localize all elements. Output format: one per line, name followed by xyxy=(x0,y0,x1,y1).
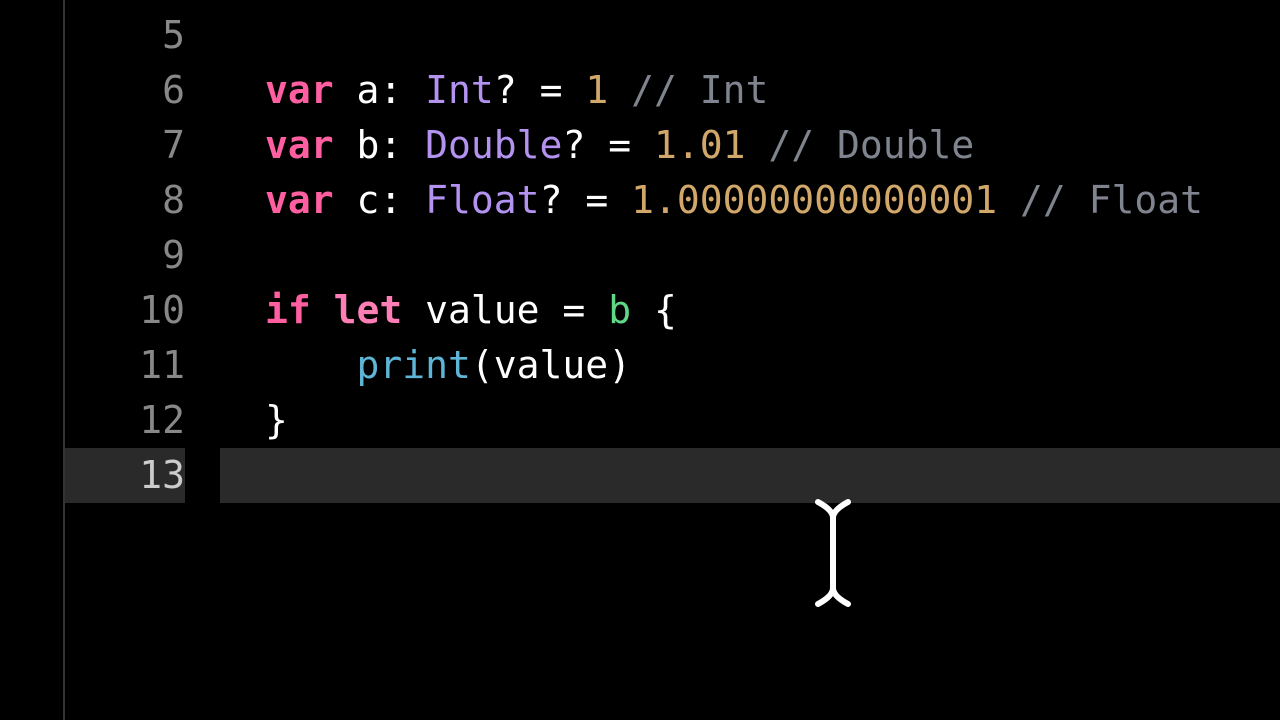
code-token: b xyxy=(608,283,631,338)
code-text-area[interactable]: var a: Int? = 1 // Intvar b: Double? = 1… xyxy=(220,0,1280,720)
code-token: Double xyxy=(425,118,562,173)
code-token: value xyxy=(494,338,608,393)
code-line[interactable]: print(value) xyxy=(220,338,1280,393)
line-number: 6 xyxy=(65,63,185,118)
code-token: : xyxy=(379,173,425,228)
code-token: 1 xyxy=(585,63,608,118)
code-token xyxy=(631,283,654,338)
editor-left-margin xyxy=(0,0,65,720)
code-line[interactable]: } xyxy=(220,393,1280,448)
code-token: a xyxy=(357,63,380,118)
line-number: 10 xyxy=(65,283,185,338)
code-line[interactable]: if let value = b { xyxy=(220,283,1280,338)
code-token: if xyxy=(265,283,334,338)
code-token xyxy=(608,63,631,118)
code-token: // Float xyxy=(1020,173,1203,228)
code-token xyxy=(745,118,768,173)
code-token: let xyxy=(334,283,426,338)
code-token: 1.00000000000001 xyxy=(631,173,997,228)
code-token: { xyxy=(654,283,677,338)
code-token: value xyxy=(425,283,539,338)
code-line[interactable]: var a: Int? = 1 // Int xyxy=(220,63,1280,118)
line-number: 12 xyxy=(65,393,185,448)
line-number: 11 xyxy=(65,338,185,393)
code-token: ? = xyxy=(540,173,632,228)
code-token: ( xyxy=(471,338,494,393)
code-token: ? = xyxy=(562,118,654,173)
code-line[interactable]: var b: Double? = 1.01 // Double xyxy=(220,118,1280,173)
code-token: b xyxy=(357,118,380,173)
code-line[interactable]: var c: Float? = 1.00000000000001 // Floa… xyxy=(220,173,1280,228)
line-number-gutter: 5678910111213 xyxy=(65,0,220,720)
code-token: ? = xyxy=(494,63,586,118)
code-token: print xyxy=(357,338,471,393)
code-token: 1.01 xyxy=(654,118,746,173)
code-token: ) xyxy=(608,338,631,393)
code-token: var xyxy=(265,173,357,228)
line-number: 9 xyxy=(65,228,185,283)
code-token: // Double xyxy=(768,118,974,173)
line-number: 7 xyxy=(65,118,185,173)
line-number: 5 xyxy=(65,8,185,63)
code-token xyxy=(997,173,1020,228)
code-token: var xyxy=(265,63,357,118)
code-token: : xyxy=(379,118,425,173)
code-editor[interactable]: 5678910111213 var a: Int? = 1 // Intvar … xyxy=(0,0,1280,720)
line-number: 13 xyxy=(65,448,185,503)
code-token: = xyxy=(540,283,609,338)
code-token: Int xyxy=(425,63,494,118)
code-line[interactable] xyxy=(220,448,1280,503)
code-token: // Int xyxy=(631,63,768,118)
code-token: c xyxy=(357,173,380,228)
code-token: : xyxy=(379,63,425,118)
code-line[interactable] xyxy=(220,228,1280,283)
text-cursor-icon xyxy=(810,498,856,608)
code-token: } xyxy=(265,393,288,448)
code-token: var xyxy=(265,118,357,173)
code-line[interactable] xyxy=(220,8,1280,63)
code-token xyxy=(265,338,357,393)
code-token: Float xyxy=(425,173,539,228)
line-number: 8 xyxy=(65,173,185,228)
